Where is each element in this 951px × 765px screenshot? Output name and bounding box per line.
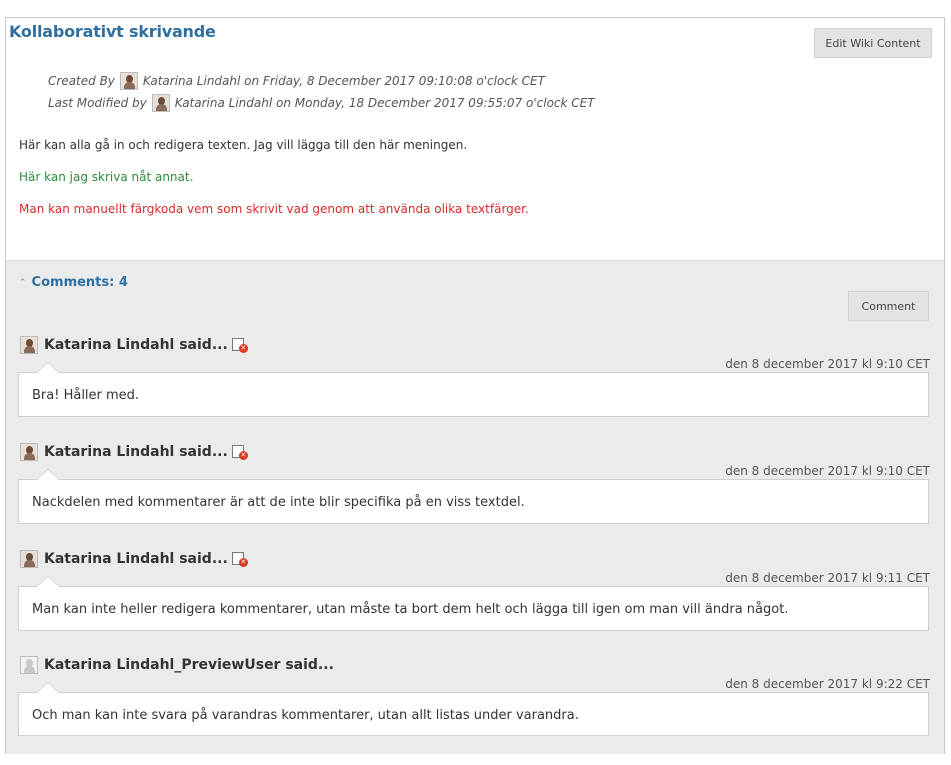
- last-modified-line: Last Modified by Katarina Lindahl on Mon…: [48, 94, 595, 112]
- comment-bubble: Nackdelen med kommentarer är att de inte…: [18, 469, 929, 524]
- default-avatar-icon: [20, 656, 38, 674]
- comment-author: Katarina Lindahl_PreviewUser said...: [44, 657, 334, 673]
- comment-text: Nackdelen med kommentarer är att de inte…: [32, 495, 525, 510]
- user-avatar-icon: [20, 336, 38, 354]
- comment-bubble: Bra! Håller med.: [18, 362, 929, 417]
- comment-date: den 8 december 2017 kl 9:10 CET: [725, 464, 930, 478]
- user-avatar-icon: [20, 443, 38, 461]
- created-by-line: Created By Katarina Lindahl on Friday, 8…: [48, 72, 545, 90]
- comment-header: Katarina Lindahl_PreviewUser said...: [20, 656, 334, 674]
- add-comment-button[interactable]: Comment: [848, 291, 929, 321]
- comments-toggle[interactable]: ⌃ Comments: 4: [19, 275, 128, 290]
- comment-bubble: Och man kan inte svara på varandras komm…: [18, 682, 929, 736]
- last-modified-text: Katarina Lindahl on Monday, 18 December …: [174, 96, 595, 110]
- last-modified-label: Last Modified by: [48, 96, 147, 110]
- delete-comment-icon[interactable]: ✕: [231, 444, 248, 460]
- created-by-text: Katarina Lindahl on Friday, 8 December 2…: [142, 74, 545, 88]
- collapse-chevron-icon: ⌃: [19, 277, 27, 288]
- comment-author: Katarina Lindahl said...: [44, 444, 228, 460]
- user-avatar-icon: [20, 550, 38, 568]
- comment-header: Katarina Lindahl said... ✕: [20, 336, 248, 354]
- comment-text: Och man kan inte svara på varandras komm…: [32, 708, 579, 723]
- comment-header: Katarina Lindahl said... ✕: [20, 443, 248, 461]
- user-avatar-icon: [119, 72, 138, 90]
- comment-date: den 8 december 2017 kl 9:11 CET: [725, 571, 930, 585]
- page-title: Kollaborativt skrivande: [9, 22, 216, 41]
- comment-text: Man kan inte heller redigera kommentarer…: [32, 602, 789, 617]
- comment-date: den 8 december 2017 kl 9:22 CET: [725, 677, 930, 691]
- user-avatar-icon: [151, 94, 170, 112]
- content-paragraph-red: Man kan manuellt färgkoda vem som skrivi…: [19, 202, 529, 216]
- created-by-label: Created By: [48, 74, 115, 88]
- edit-wiki-content-button[interactable]: Edit Wiki Content: [814, 28, 932, 58]
- wiki-page-panel: Kollaborativt skrivande Edit Wiki Conten…: [5, 17, 945, 754]
- comment-header: Katarina Lindahl said... ✕: [20, 550, 248, 568]
- comment-author: Katarina Lindahl said...: [44, 551, 228, 567]
- comments-section: ⌃ Comments: 4 Comment Katarina Lindahl s…: [6, 260, 944, 754]
- comments-count: Comments: 4: [31, 275, 128, 290]
- comment-text: Bra! Håller med.: [32, 388, 140, 403]
- comment-date: den 8 december 2017 kl 9:10 CET: [725, 357, 930, 371]
- comment-author: Katarina Lindahl said...: [44, 337, 228, 353]
- content-paragraph-green: Här kan jag skriva nåt annat.: [19, 170, 194, 184]
- delete-comment-icon[interactable]: ✕: [231, 337, 248, 353]
- delete-comment-icon[interactable]: ✕: [231, 551, 248, 567]
- comment-bubble: Man kan inte heller redigera kommentarer…: [18, 576, 929, 631]
- content-paragraph: Här kan alla gå in och redigera texten. …: [19, 138, 468, 152]
